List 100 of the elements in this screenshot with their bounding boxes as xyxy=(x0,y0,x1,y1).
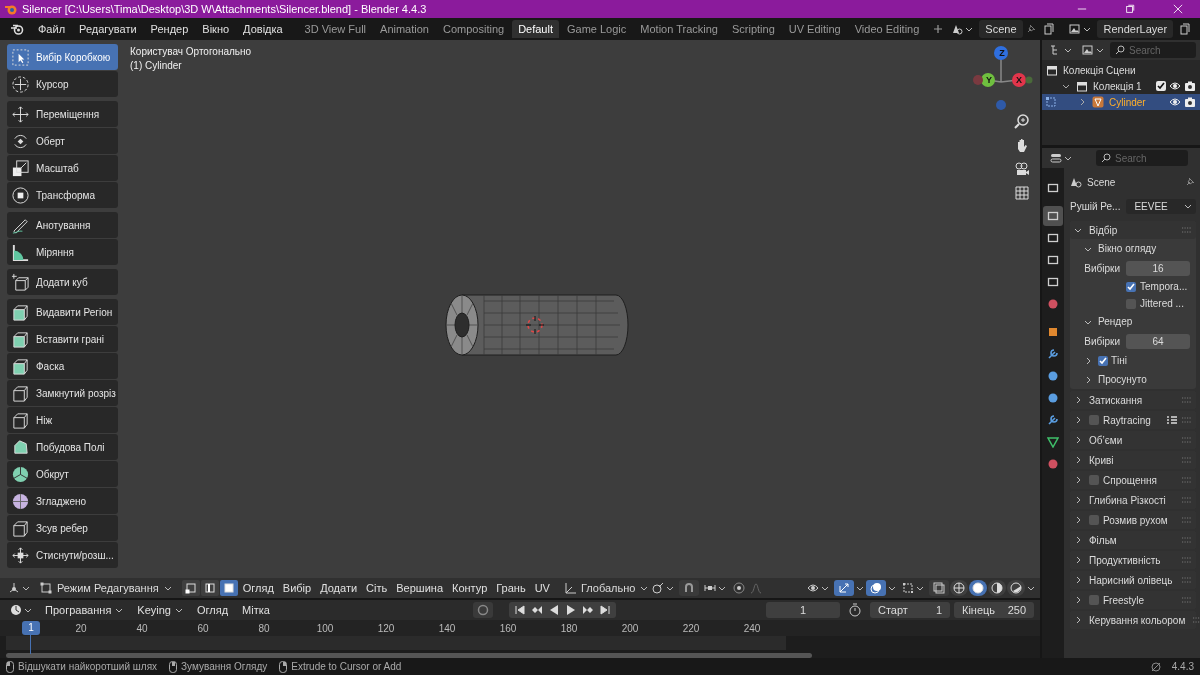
status-hint: Extrude to Cursor or Add xyxy=(291,661,402,672)
menu-item[interactable]: Мітка xyxy=(237,602,275,618)
workspace-tab[interactable]: UV Editing xyxy=(782,20,847,38)
outliner-row[interactable]: Колекція 1 xyxy=(1042,78,1200,94)
menu-dropdown[interactable]: Програвання xyxy=(40,602,129,618)
menu-item[interactable]: Контур xyxy=(448,580,492,596)
render-engine-dropdown[interactable]: EEVEE xyxy=(1126,198,1196,214)
status-hint: Зумування Огляду xyxy=(181,661,268,672)
menu-item[interactable]: Рендер xyxy=(144,21,195,37)
menu-item[interactable]: Огляд xyxy=(238,580,278,596)
tool-button[interactable]: Ніж xyxy=(7,407,118,433)
frame-number: 200 xyxy=(620,622,640,634)
tool-button[interactable]: Переміщення xyxy=(7,101,118,127)
axis-label: Z xyxy=(998,48,1006,58)
mode-dropdown[interactable]: Режим Редагування xyxy=(35,580,177,596)
menu-item[interactable]: Вікно xyxy=(196,21,236,37)
subpanel-title: Тіні xyxy=(1111,355,1128,366)
tool-button[interactable]: Масштаб xyxy=(7,155,118,181)
tool-button[interactable]: Вставити грані xyxy=(7,326,118,352)
panel-header[interactable]: Фільм xyxy=(1070,531,1196,549)
panel-title: Об’єми xyxy=(1089,434,1123,446)
tool-button[interactable]: Зсув ребер xyxy=(7,515,118,541)
panel-header[interactable]: Затискання xyxy=(1070,391,1196,409)
menu-item[interactable]: Файл xyxy=(32,21,72,37)
context-label: Scene xyxy=(1087,176,1116,188)
panel-header[interactable]: Криві xyxy=(1070,451,1196,469)
tool-button[interactable]: Обкрут xyxy=(7,461,118,487)
menu-dropdown[interactable]: Keying xyxy=(132,602,188,618)
workspace-tab[interactable]: Video Editing xyxy=(848,20,926,38)
window-title: Silencer [C:\Users\Tima\Desktop\3D W\Attachments\Silencer.blend] - Blender 4.4.3 xyxy=(22,3,427,15)
tool-button[interactable]: Згладжено xyxy=(7,488,118,514)
panel-header[interactable]: Raytracing xyxy=(1070,411,1196,429)
start-frame-field[interactable]: Старт 1 xyxy=(870,602,950,618)
checkbox-label: Jittered ... xyxy=(1140,298,1184,309)
menu-item[interactable]: Сіть xyxy=(362,580,392,596)
subpanel-header[interactable]: Просунуто xyxy=(1070,370,1196,389)
panel-header[interactable]: Об’єми xyxy=(1070,431,1196,449)
tool-button[interactable]: Стиснути/розш... xyxy=(7,542,118,568)
panel-title: Raytracing xyxy=(1103,414,1151,426)
workspace-tab[interactable]: Default xyxy=(512,20,559,38)
subpanel-header[interactable]: Тіні xyxy=(1070,351,1196,370)
end-frame-field[interactable]: Кінець 250 xyxy=(954,602,1034,618)
tool-button[interactable]: Побудова Полі xyxy=(7,434,118,460)
panel-title: Відбір xyxy=(1089,224,1118,236)
frame-number: 40 xyxy=(135,622,149,634)
tool-button[interactable]: Вибір Коробкою xyxy=(7,44,118,70)
menu-item[interactable]: Огляд xyxy=(192,602,234,618)
workspace-tab[interactable]: Game Logic xyxy=(561,20,633,38)
panel-header[interactable]: Продуктивність xyxy=(1070,551,1196,569)
view-layer-selector[interactable]: RenderLayer xyxy=(1097,20,1174,38)
frame-number: 180 xyxy=(559,622,579,634)
view-name: Користувач Ортогонально xyxy=(130,45,252,59)
tool-button[interactable]: Додати куб xyxy=(7,269,118,295)
menu-item[interactable]: Грань xyxy=(492,580,530,596)
current-frame-field[interactable]: 1 xyxy=(766,602,840,618)
outliner-row[interactable]: Cylinder xyxy=(1042,94,1200,110)
outliner-row[interactable]: Колекція Сцени xyxy=(1042,62,1200,78)
tool-button[interactable]: Фаска xyxy=(7,353,118,379)
menu-item[interactable]: Додати xyxy=(316,580,362,596)
tool-button[interactable]: Міряння xyxy=(7,239,118,265)
tool-button[interactable]: Курсор xyxy=(7,71,118,97)
tool-button[interactable]: Видавити Регіон xyxy=(7,299,118,325)
menu-item[interactable]: Вершина xyxy=(392,580,447,596)
panel-header[interactable]: Відбір xyxy=(1070,221,1196,239)
menu-item[interactable]: UV xyxy=(530,580,554,596)
tool-button[interactable]: Оберт xyxy=(7,128,118,154)
tool-button[interactable]: Анотування xyxy=(7,212,118,238)
panel-header[interactable]: Розмив рухом xyxy=(1070,511,1196,529)
subpanel-header[interactable]: Рендер xyxy=(1070,312,1196,331)
field-label: Вибірки xyxy=(1083,262,1120,274)
workspace-tab[interactable]: Compositing xyxy=(437,20,511,38)
status-hint: Відшукати найкоротший шлях xyxy=(18,661,158,672)
workspace-tab[interactable]: 3D View Full xyxy=(298,20,373,38)
scene-selector[interactable]: Scene xyxy=(979,20,1023,38)
tool-button[interactable]: Замкнутий розріз xyxy=(7,380,118,406)
axis-label: X xyxy=(1015,75,1023,85)
orientation-dropdown[interactable]: Глобально xyxy=(558,580,647,596)
panel-title: Криві xyxy=(1089,454,1114,466)
axis-label: Y xyxy=(985,75,993,85)
menu-item[interactable]: Довідка xyxy=(237,21,289,37)
number-field[interactable]: 64 xyxy=(1126,333,1190,349)
object-info: (1) Cylinder xyxy=(130,59,182,73)
panel-title: Керування кольором xyxy=(1089,614,1186,626)
panel-header[interactable]: Глибина Різкості xyxy=(1070,491,1196,509)
number-field[interactable]: 16 xyxy=(1126,260,1190,276)
frame-number: 20 xyxy=(74,622,88,634)
workspace-tab[interactable]: Scripting xyxy=(725,20,781,38)
panel-header[interactable]: Нарисний олівець xyxy=(1070,571,1196,589)
current-frame-marker[interactable]: 1 xyxy=(22,621,40,635)
workspace-tab[interactable]: Motion Tracking xyxy=(634,20,724,38)
field-label: Вибірки xyxy=(1083,335,1120,347)
workspace-tab[interactable]: Animation xyxy=(374,20,435,38)
outliner-label: Cylinder xyxy=(1109,96,1146,108)
panel-header[interactable]: Спрощення xyxy=(1070,471,1196,489)
menu-item[interactable]: Редагувати xyxy=(73,21,143,37)
tool-button[interactable]: Трансформа xyxy=(7,182,118,208)
subpanel-header[interactable]: Вікно огляду xyxy=(1070,239,1196,258)
frame-number: 220 xyxy=(681,622,701,634)
menu-item[interactable]: Вибір xyxy=(278,580,316,596)
panel-header[interactable]: Freestyle xyxy=(1070,591,1196,609)
